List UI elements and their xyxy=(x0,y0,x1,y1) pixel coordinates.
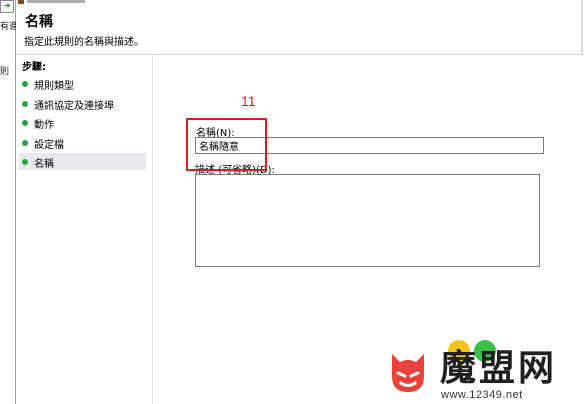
step-dot-icon xyxy=(22,120,28,126)
page-subtitle: 指定此規則的名稱與描述。 xyxy=(24,37,144,48)
step-dot-icon xyxy=(22,140,28,146)
step-annotation-number: 11 xyxy=(241,93,256,109)
step-label: 通訊協定及連接埠 xyxy=(34,101,114,112)
step-action[interactable]: 動作 xyxy=(19,114,146,131)
wizard-header: 名稱 指定此規則的名稱與描述。 xyxy=(16,0,584,55)
step-label: 設定檔 xyxy=(34,140,64,151)
step-name[interactable]: 名稱 xyxy=(19,153,146,170)
highlight-box xyxy=(186,118,267,171)
step-dot-icon xyxy=(22,101,28,107)
background-window: ➜ 有進 則 xyxy=(0,0,18,404)
steps-panel: 步驟: 規則類型 通訊協定及連接埠 動作 設定檔 名稱 xyxy=(16,55,153,404)
steps-label: 步驟: xyxy=(22,62,46,73)
screen: ➜ 有進 則 名稱 指定此規則的名稱與描述。 步驟: 規則類型 通訊協定及連接埠 xyxy=(0,0,584,404)
step-protocol-and-ports[interactable]: 通訊協定及連接埠 xyxy=(19,95,146,112)
watermark-url: www.12349.net xyxy=(441,389,523,401)
description-textarea[interactable] xyxy=(195,174,540,267)
step-label: 動作 xyxy=(34,120,54,131)
step-dot-icon xyxy=(22,159,28,165)
page-title: 名稱 xyxy=(25,14,53,30)
step-profile[interactable]: 設定檔 xyxy=(19,134,146,151)
step-dot-icon xyxy=(22,81,28,87)
step-label: 名稱 xyxy=(34,159,54,170)
header-edge xyxy=(581,0,583,54)
watermark-brand: 魔盟网 xyxy=(440,348,558,389)
step-rule-type[interactable]: 規則類型 xyxy=(19,75,146,92)
step-label: 規則類型 xyxy=(34,81,74,92)
background-window-label: 則 xyxy=(0,67,10,77)
firewall-icon xyxy=(18,0,24,4)
forward-arrow-icon[interactable]: ➜ xyxy=(0,0,14,13)
window-titlebar-remnant xyxy=(18,0,88,5)
devil-face-logo-icon xyxy=(392,354,424,392)
window-title-text-remnant xyxy=(27,0,85,3)
